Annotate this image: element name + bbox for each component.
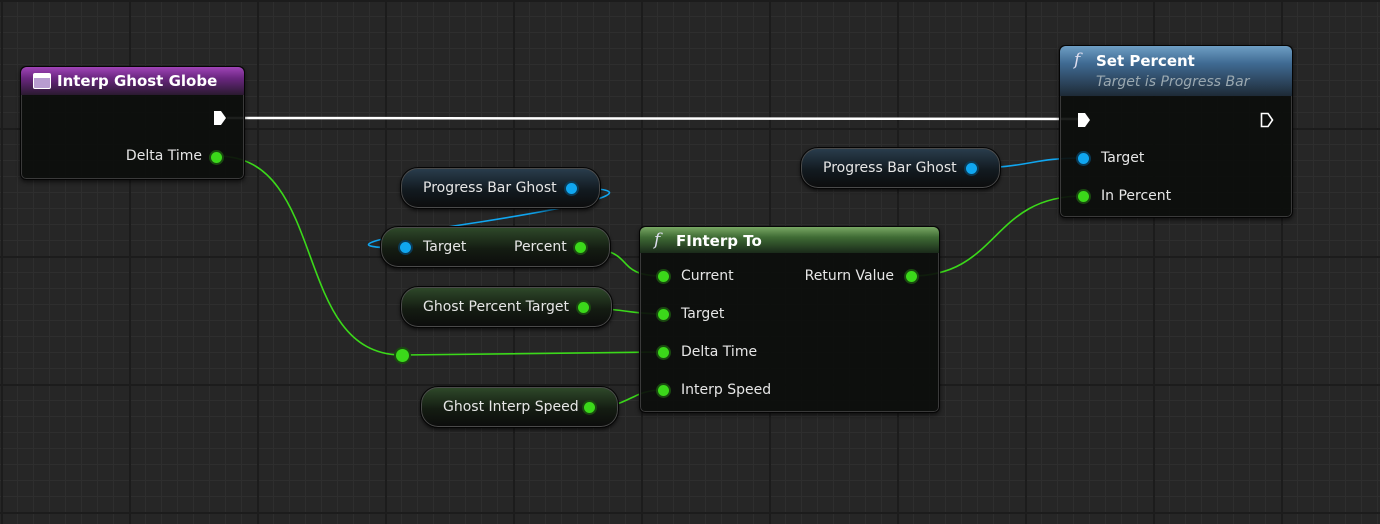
target-label: Target [681,306,725,322]
progress-bar-ghost-variable[interactable]: Progress Bar Ghost [800,147,1001,189]
set-percent-title: Set Percent [1096,52,1195,70]
variable-out-pin[interactable] [566,183,577,194]
finterp-to-node[interactable]: f FInterp To Current Return Value Target… [639,226,940,413]
variable-label: Ghost Interp Speed [443,399,579,415]
interp-speed-pin[interactable] [658,385,669,396]
variable-out-pin[interactable] [584,402,595,413]
reroute-node[interactable] [396,349,409,362]
target-label: Target [1101,150,1145,166]
percent-out-pin[interactable] [575,242,586,253]
event-icon [33,73,51,89]
return-value-pin[interactable] [906,271,917,282]
delta-time-pin[interactable] [211,152,222,163]
set-percent-subtitle: Target is Progress Bar [1096,74,1250,90]
exec-out-pin-icon[interactable] [213,110,227,126]
ghost-percent-target-variable[interactable]: Ghost Percent Target [400,286,613,328]
target-pin[interactable] [658,309,669,320]
variable-label: Progress Bar Ghost [823,160,957,176]
delta-time-label: Delta Time [681,344,758,360]
delta-time-pin[interactable] [658,347,669,358]
event-node-header: Interp Ghost Globe [21,67,244,95]
reroute-delta-wire [401,351,664,356]
exec-out-pin-icon[interactable] [1260,112,1274,128]
finterp-title: FInterp To [676,232,762,250]
finterp-header: f FInterp To [640,227,939,253]
event-node-title: Interp Ghost Globe [57,72,218,90]
function-icon: f [1074,50,1081,70]
percent-label: Percent [514,239,567,255]
variable-label: Progress Bar Ghost [423,180,557,196]
return-value-label: Return Value [804,268,894,284]
target-pin[interactable] [1078,153,1089,164]
target-in-pin[interactable] [400,242,411,253]
exec-wire [226,116,1083,121]
get-percent-node[interactable]: Target Percent [380,226,611,268]
delta-time-wire [216,155,403,356]
variable-label: Ghost Percent Target [423,299,569,315]
current-label: Current [681,268,734,284]
set-percent-header: f Set Percent Target is Progress Bar [1060,46,1292,96]
variable-out-pin[interactable] [578,302,589,313]
current-pin[interactable] [658,271,669,282]
progress-bar-ghost-variable[interactable]: Progress Bar Ghost [400,167,601,209]
exec-in-pin-icon[interactable] [1077,112,1091,128]
set-percent-node[interactable]: f Set Percent Target is Progress Bar Tar… [1059,45,1293,218]
event-node-interp-ghost-globe[interactable]: Interp Ghost Globe Delta Time [20,66,245,180]
in-percent-pin[interactable] [1078,191,1089,202]
delta-time-label: Delta Time [125,148,202,164]
target-label: Target [423,239,467,255]
variable-out-pin[interactable] [966,163,977,174]
interp-speed-label: Interp Speed [681,382,772,398]
function-icon: f [654,230,661,250]
ghost-interp-speed-variable[interactable]: Ghost Interp Speed [420,386,619,428]
in-percent-label: In Percent [1101,188,1172,204]
